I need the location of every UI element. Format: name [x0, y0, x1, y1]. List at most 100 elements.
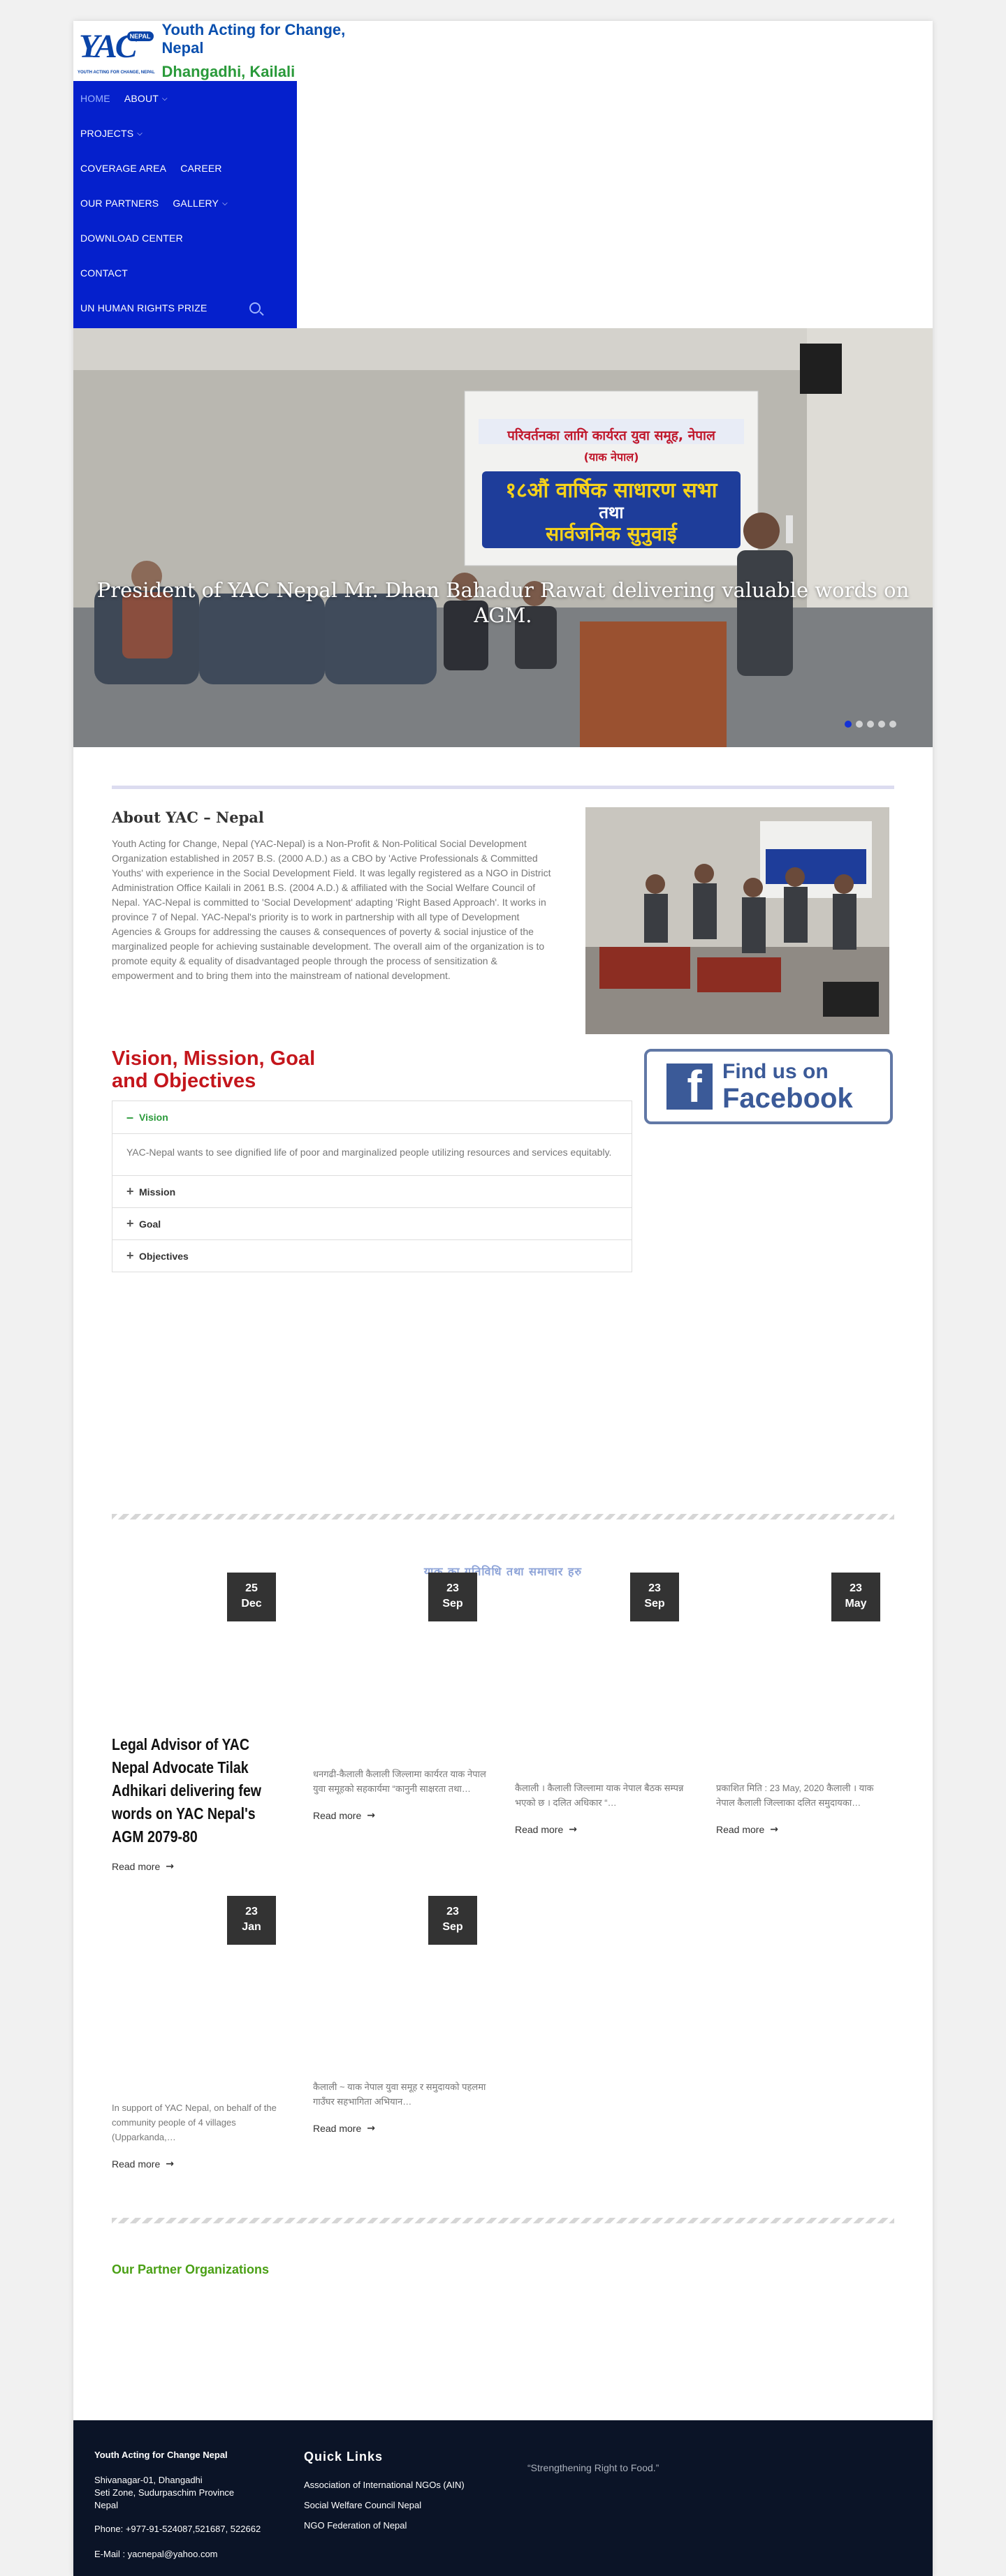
banner-line-short: (याक नेपाल): [584, 450, 639, 464]
footer-link[interactable]: Social Welfare Council Nepal: [304, 2500, 465, 2510]
facebook-badge[interactable]: f Find us on Facebook: [644, 1049, 893, 1124]
footer-address-line: Seti Zone, Sudurpaschim Province: [94, 2487, 235, 2498]
site-title[interactable]: Youth Acting for Change, Nepal: [162, 21, 381, 57]
news-card: Legal Advisor of YAC Nepal Advocate Tila…: [112, 1733, 286, 1872]
accordion-label: Mission: [139, 1186, 176, 1198]
slide-caption: President of YAC Nepal Mr. Dhan Bahadur …: [96, 578, 910, 627]
arrow-right-icon: →: [770, 1824, 778, 1835]
plus-icon: +: [126, 1216, 134, 1230]
accordion-vision[interactable]: – Vision: [112, 1101, 632, 1133]
footer-address-line: Nepal: [94, 2500, 118, 2510]
arrow-right-icon: →: [367, 2123, 375, 2134]
read-more-link[interactable]: Read more →: [515, 1824, 690, 1835]
arrow-right-icon: →: [367, 1810, 375, 1821]
logo-mark: YAC: [79, 28, 138, 65]
facebook-line2: Facebook: [722, 1083, 853, 1114]
vmg-accordion: – Vision YAC-Nepal wants to see dignifie…: [112, 1101, 632, 1272]
section-divider: [112, 786, 894, 789]
footer-quote: “Strengthening Right to Food.”: [527, 2462, 659, 2473]
slider-dot[interactable]: [856, 721, 863, 728]
nav-item-career[interactable]: CAREER: [180, 163, 222, 174]
partners-title: Our Partner Organizations: [112, 2262, 270, 2276]
footer-quick-links: Quick Links Association of International…: [304, 2420, 465, 2531]
slider-dot[interactable]: [867, 721, 874, 728]
slider-dot[interactable]: [889, 721, 896, 728]
minus-icon: –: [126, 1110, 134, 1124]
accordion-label: Goal: [139, 1218, 161, 1230]
banner-line-org: परिवर्तनका लागि कार्यरत युवा समूह, नेपाल: [506, 427, 716, 444]
slider-dot[interactable]: [878, 721, 885, 728]
hero-slider[interactable]: परिवर्तनका लागि कार्यरत युवा समूह, नेपाल…: [73, 328, 933, 747]
nav-item-home[interactable]: HOME: [80, 93, 110, 104]
site-logo[interactable]: YAC NEPAL YOUTH ACTING FOR CHANGE, NEPAL: [78, 24, 156, 78]
footer-phone: Phone: +977-91-524087,521687, 522662: [94, 2524, 261, 2534]
quick-links-title: Quick Links: [304, 2450, 384, 2464]
date-badge: 23 Jan: [227, 1896, 276, 1945]
accordion-objectives[interactable]: + Objectives: [112, 1239, 632, 1272]
nav-item-contact[interactable]: CONTACT: [80, 267, 128, 279]
nav-row: UN HUMAN RIGHTS PRIZE: [73, 290, 297, 325]
page-wrapper: YAC NEPAL YOUTH ACTING FOR CHANGE, NEPAL…: [73, 21, 933, 2576]
read-more-link[interactable]: Read more →: [313, 1810, 488, 1821]
read-more-link[interactable]: Read more →: [313, 2123, 488, 2134]
news-card: In support of YAC Nepal, on behalf of th…: [112, 2100, 286, 2170]
news-card-excerpt: धनगढी-कैलाली कैलाली जिल्लामा कार्यरत याक…: [313, 1769, 486, 1794]
nav-row: DOWNLOAD CENTER: [73, 221, 197, 256]
arrow-right-icon: →: [166, 1861, 174, 1872]
accordion-goal[interactable]: + Goal: [112, 1207, 632, 1239]
nav-item-coverage-area[interactable]: COVERAGE AREA: [80, 163, 166, 174]
news-card: प्रकाशित मिति : 23 May, 2020 कैलाली । या…: [716, 1781, 891, 1835]
news-card-excerpt: प्रकाशित मिति : 23 May, 2020 कैलाली । या…: [716, 1783, 874, 1808]
chevron-down-icon: ⌵: [222, 199, 228, 207]
site-brand[interactable]: YAC NEPAL YOUTH ACTING FOR CHANGE, NEPAL…: [73, 21, 381, 81]
news-card-excerpt: कैलाली । कैलाली जिल्लामा याक नेपाल बैठक …: [515, 1783, 684, 1808]
read-more-link[interactable]: Read more →: [112, 1861, 286, 1872]
nav-row: OUR PARTNERS GALLERY ⌵: [73, 186, 242, 221]
chevron-down-icon: ⌵: [162, 94, 168, 103]
site-footer: Youth Acting for Change Nepal Shivanagar…: [73, 2420, 933, 2576]
banner-line-agm: १८औं वार्षिक साधारण सभा: [505, 478, 717, 503]
banner-line-hearing: सार्वजनिक सुनुवाई: [545, 522, 678, 546]
slide-photo: परिवर्तनका लागि कार्यरत युवा समूह, नेपाल…: [73, 328, 933, 747]
plus-icon: +: [126, 1184, 134, 1198]
about-title: About YAC – Nepal: [112, 809, 264, 826]
news-card: धनगढी-कैलाली कैलाली जिल्लामा कार्यरत याक…: [313, 1767, 488, 1821]
facebook-icon: f: [666, 1063, 713, 1110]
date-badge: 23 Sep: [428, 1573, 477, 1621]
date-badge: 23 Sep: [428, 1896, 477, 1945]
facebook-line1: Find us on: [722, 1060, 829, 1083]
about-photo: [585, 807, 889, 1034]
main-navigation: HOME ABOUT ⌵ PROJECTS ⌵ COVERAGE AREA CARE…: [73, 81, 297, 328]
read-more-link[interactable]: Read more →: [716, 1824, 891, 1835]
read-more-link[interactable]: Read more →: [112, 2158, 286, 2170]
search-icon[interactable]: [249, 302, 261, 314]
footer-org-name: Youth Acting for Change Nepal: [94, 2450, 228, 2460]
footer-link[interactable]: Association of International NGOs (AIN): [304, 2480, 465, 2490]
nav-row: PROJECTS ⌵: [73, 116, 156, 151]
nav-item-gallery[interactable]: GALLERY ⌵: [173, 198, 228, 209]
facebook-text: Find us on Facebook: [722, 1060, 853, 1113]
accordion-vision-body: YAC-Nepal wants to see dignified life of…: [112, 1133, 632, 1175]
arrow-right-icon: →: [569, 1824, 577, 1835]
accordion-label: Vision: [139, 1112, 168, 1123]
plus-icon: +: [126, 1249, 134, 1263]
nav-item-our-partners[interactable]: OUR PARTNERS: [80, 198, 159, 209]
nav-item-about[interactable]: ABOUT ⌵: [124, 93, 168, 104]
accordion-mission[interactable]: + Mission: [112, 1175, 632, 1207]
nav-item-un-human-rights-prize[interactable]: UN HUMAN RIGHTS PRIZE: [80, 302, 207, 314]
footer-link[interactable]: NGO Federation of Nepal: [304, 2520, 465, 2531]
slider-dot[interactable]: [845, 721, 852, 728]
site-subtitle: Dhangadhi, Kailali: [161, 63, 296, 80]
slider-dots: [845, 721, 896, 728]
news-card: कैलाली । कैलाली जिल्लामा याक नेपाल बैठक …: [515, 1781, 690, 1835]
nav-item-download-center[interactable]: DOWNLOAD CENTER: [80, 233, 183, 244]
nav-item-projects[interactable]: PROJECTS ⌵: [80, 128, 143, 139]
about-text: Youth Acting for Change, Nepal (YAC-Nepa…: [112, 838, 551, 981]
news-card-title[interactable]: Legal Advisor of YAC Nepal Advocate Tila…: [112, 1733, 284, 1848]
news-card: कैलाली ~ याक नेपाल युवा समूह र समुदायको …: [313, 2080, 488, 2134]
footer-email[interactable]: E-Mail : yacnepal@yahoo.com: [94, 2548, 261, 2561]
news-card-excerpt: In support of YAC Nepal, on behalf of th…: [112, 2103, 277, 2142]
date-badge: 25 Dec: [227, 1573, 276, 1621]
nav-row: COVERAGE AREA CAREER: [73, 151, 236, 186]
section-divider-hatched: [112, 1514, 894, 1519]
